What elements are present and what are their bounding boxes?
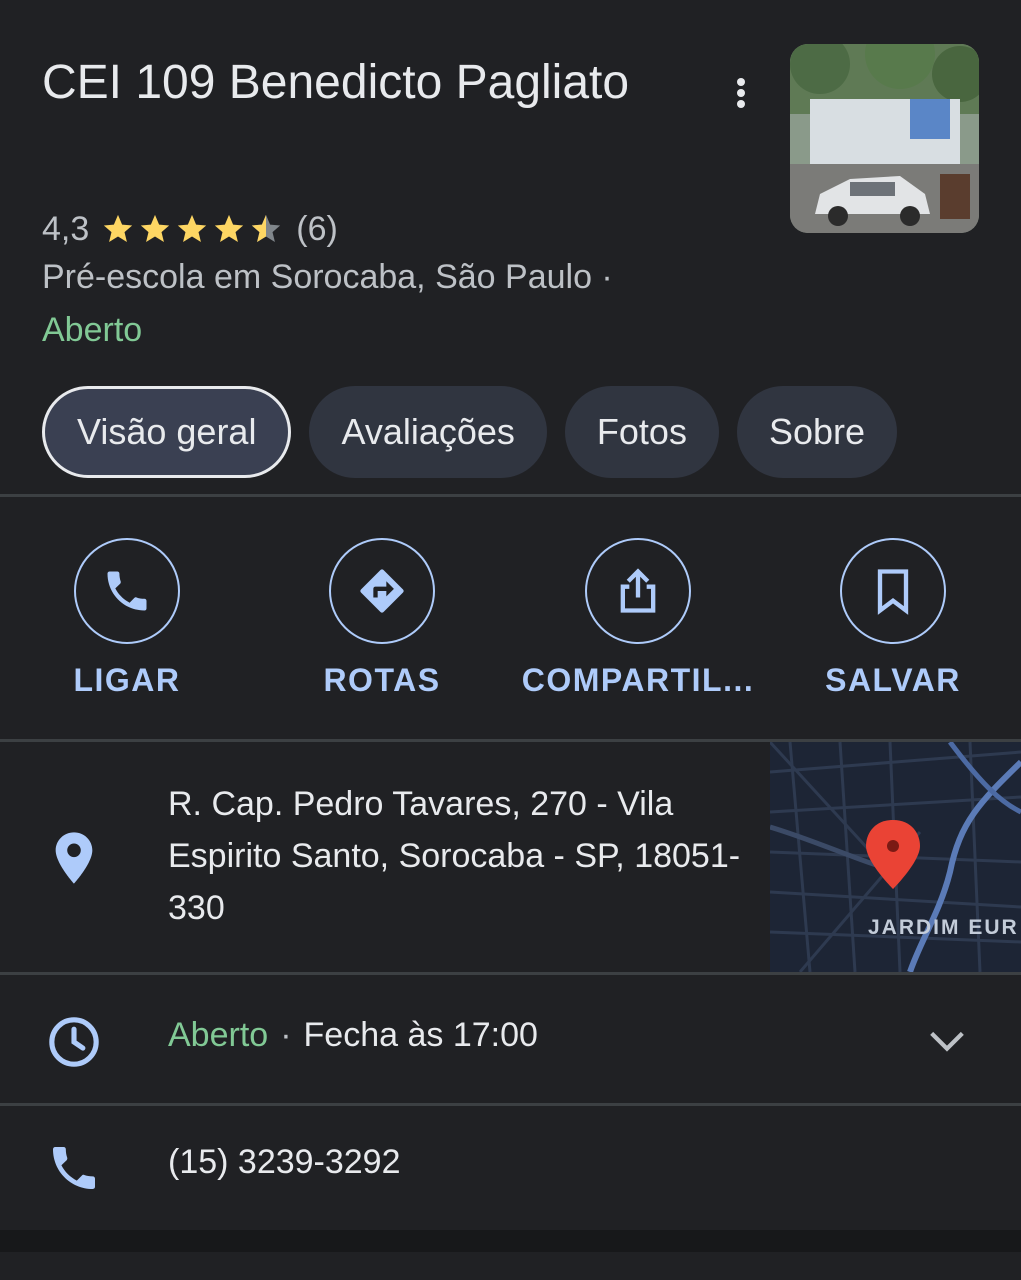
save-button-circle[interactable]	[840, 538, 946, 644]
share-button-circle[interactable]	[585, 538, 691, 644]
phone-number: (15) 3239-3292	[168, 1143, 401, 1181]
star-icon	[104, 214, 133, 243]
map-image: JARDIM EUR	[770, 742, 1021, 972]
tab-overview[interactable]: Visão geral	[42, 386, 292, 478]
more-vert-icon	[737, 78, 745, 86]
place-title: CEI 109 Benedicto Pagliato	[42, 56, 630, 109]
clock-icon	[49, 1017, 99, 1067]
place-photo-thumbnail[interactable]	[790, 44, 979, 233]
call-button-circle[interactable]	[74, 538, 180, 644]
review-count: (6)	[296, 209, 338, 248]
more-options-button[interactable]	[722, 70, 760, 116]
save-label: SALVAR	[825, 662, 961, 698]
map-area-label: JARDIM EUR	[868, 916, 1019, 939]
tab-reviews[interactable]: Avaliações	[309, 386, 547, 478]
star-icon	[141, 214, 170, 243]
directions-button[interactable]: ROTAS	[262, 538, 502, 699]
half-star-icon	[252, 214, 281, 243]
phone-icon	[53, 1147, 95, 1189]
directions-icon	[360, 569, 404, 613]
directions-button-circle[interactable]	[329, 538, 435, 644]
tab-photos[interactable]: Fotos	[564, 386, 719, 478]
divider	[0, 494, 1021, 497]
tab-about[interactable]: Sobre	[736, 386, 898, 478]
directions-label: ROTAS	[323, 662, 441, 698]
rating-value: 4,3	[42, 209, 90, 248]
hours-separator: ·	[280, 1016, 292, 1054]
location-pin-icon	[55, 832, 93, 884]
star-icon	[178, 214, 207, 243]
star-icon	[215, 214, 244, 243]
address-text: R. Cap. Pedro Tavares, 270 - Vila Espiri…	[168, 785, 741, 927]
divider	[0, 972, 1021, 975]
bookmark-icon	[877, 569, 909, 615]
open-status: Aberto	[42, 311, 143, 349]
share-icon	[620, 568, 656, 613]
save-button[interactable]: SALVAR	[773, 538, 1013, 699]
share-button[interactable]: COMPARTIL...	[518, 538, 758, 699]
divider	[0, 1103, 1021, 1106]
more-vert-icon-dot	[737, 89, 745, 97]
street-photo-image	[790, 44, 979, 233]
place-category: Pré-escola em Sorocaba, São Paulo ·	[42, 258, 613, 296]
call-label: LIGAR	[73, 662, 181, 698]
rating-stars	[101, 212, 286, 246]
tab-bar: Visão geral Avaliações Fotos Sobre	[42, 386, 898, 478]
rating-row[interactable]: 4,3 (6)	[42, 207, 338, 251]
more-vert-icon-dot	[737, 100, 745, 108]
bottom-separator	[0, 1230, 1021, 1252]
share-label: COMPARTIL...	[521, 662, 755, 698]
closing-time: Fecha às 17:00	[303, 1016, 538, 1054]
chevron-down-icon[interactable]	[924, 1018, 970, 1064]
action-buttons-row: LIGAR ROTAS COMPARTIL... SALVAR	[0, 498, 1021, 738]
phone-icon	[107, 571, 147, 611]
place-header: CEI 109 Benedicto Pagliato 4,3 (6) Pré-e…	[0, 0, 1021, 496]
hours-status: Aberto	[168, 1016, 269, 1054]
map-preview[interactable]: JARDIM EUR	[770, 742, 1021, 972]
hours-text: Aberto · Fecha às 17:00	[168, 1016, 538, 1055]
call-button[interactable]: LIGAR	[7, 538, 247, 699]
